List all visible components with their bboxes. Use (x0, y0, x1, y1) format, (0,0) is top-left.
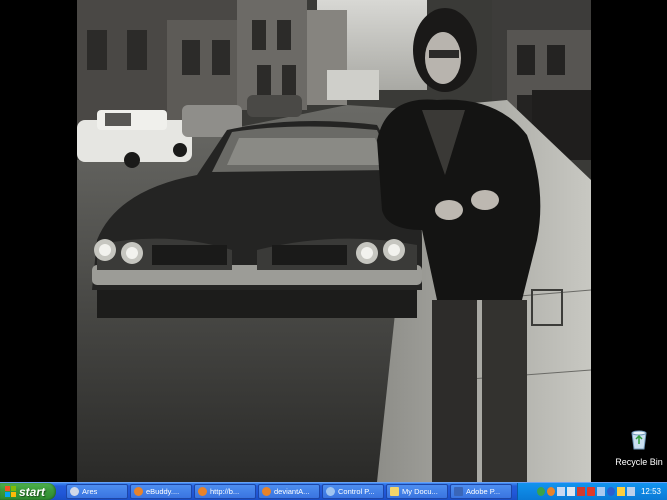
task-button-adobe-photoshop[interactable]: Adobe P... (450, 484, 512, 499)
ares-icon (70, 487, 79, 496)
task-button-my-documents[interactable]: My Docu... (386, 484, 448, 499)
volume-icon[interactable] (566, 487, 575, 496)
firefox-icon (262, 487, 271, 496)
folder-icon (390, 487, 399, 496)
taskbar: start Ares eBuddy.... http://b... devian… (0, 482, 667, 500)
task-button-deviantart[interactable]: deviantA... (258, 484, 320, 499)
start-button[interactable]: start (0, 483, 56, 500)
task-label: Ares (82, 487, 98, 496)
start-label: start (19, 484, 46, 499)
system-tray: 12:53 (517, 483, 667, 500)
task-button-ebuddy[interactable]: eBuddy.... (130, 484, 192, 499)
task-buttons: Ares eBuddy.... http://b... deviantA... … (66, 484, 514, 499)
task-label: deviantA... (274, 487, 310, 496)
clock[interactable]: 12:53 (641, 487, 661, 496)
recycle-bin-label: Recycle Bin (615, 457, 663, 467)
firefox-icon (134, 487, 143, 496)
task-label: Adobe P... (466, 487, 501, 496)
antivirus-icon[interactable] (576, 487, 585, 496)
task-button-ares[interactable]: Ares (66, 484, 128, 499)
network-icon[interactable] (556, 487, 565, 496)
bluetooth-icon[interactable] (606, 487, 615, 496)
display-icon[interactable] (596, 487, 605, 496)
wallpaper-photo (77, 0, 591, 482)
task-label: Control P... (338, 487, 375, 496)
control-panel-icon (326, 487, 335, 496)
firefox-icon (198, 487, 207, 496)
task-label: http://b... (210, 487, 240, 496)
windows-logo-icon (5, 486, 16, 497)
security-shield-icon[interactable] (586, 487, 595, 496)
task-button-control-panel[interactable]: Control P... (322, 484, 384, 499)
recycle-bin-icon (631, 430, 647, 450)
power-icon[interactable] (626, 487, 635, 496)
task-button-http[interactable]: http://b... (194, 484, 256, 499)
messenger-icon[interactable] (536, 487, 545, 496)
recycle-bin[interactable]: Recycle Bin (613, 428, 665, 468)
desktop[interactable]: Recycle Bin (0, 0, 667, 482)
task-label: My Docu... (402, 487, 438, 496)
update-icon[interactable] (616, 487, 625, 496)
photoshop-icon (454, 487, 463, 496)
task-label: eBuddy.... (146, 487, 180, 496)
firefox-tray-icon[interactable] (546, 487, 555, 496)
wallpaper-street-scene (77, 0, 591, 482)
